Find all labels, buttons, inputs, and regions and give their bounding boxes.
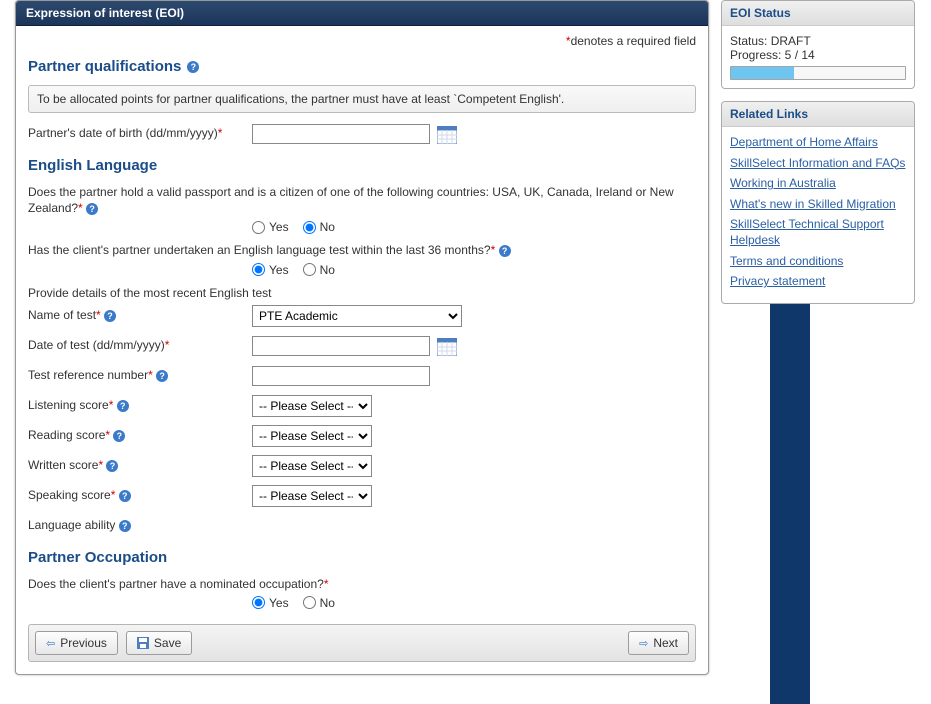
passport-no-radio[interactable]: No xyxy=(303,220,335,234)
link-privacy[interactable]: Privacy statement xyxy=(730,274,825,288)
label-test-ref: Test reference number* ? xyxy=(28,368,252,384)
next-button[interactable]: Next xyxy=(628,631,689,655)
progress-bar xyxy=(730,66,906,80)
previous-button[interactable]: Previous xyxy=(35,631,118,655)
save-icon xyxy=(137,637,149,649)
link-whats-new[interactable]: What's new in Skilled Migration xyxy=(730,197,896,211)
label-date-of-test: Date of test (dd/mm/yyyy)* xyxy=(28,338,252,354)
reading-score-select[interactable]: -- Please Select -- xyxy=(252,425,372,447)
related-links-panel: Related Links Department of Home Affairs… xyxy=(721,101,915,304)
question-passport: Does the partner hold a valid passport a… xyxy=(28,184,696,216)
date-of-test-input[interactable] xyxy=(252,336,430,356)
question-english-test: Has the client's partner undertaken an E… xyxy=(28,242,696,258)
section-english-language: English Language xyxy=(28,157,696,174)
help-icon[interactable]: ? xyxy=(156,370,168,382)
help-icon[interactable]: ? xyxy=(86,203,98,215)
written-score-select[interactable]: -- Please Select -- xyxy=(252,455,372,477)
help-icon[interactable]: ? xyxy=(499,245,511,257)
label-reading: Reading score* ? xyxy=(28,428,252,444)
calendar-icon[interactable] xyxy=(437,338,457,356)
save-button[interactable]: Save xyxy=(126,631,192,655)
link-working-australia[interactable]: Working in Australia xyxy=(730,176,836,190)
related-links-header: Related Links xyxy=(722,102,914,127)
nominated-no-radio[interactable]: No xyxy=(303,596,335,610)
label-name-of-test: Name of test* ? xyxy=(28,308,252,324)
calendar-icon[interactable] xyxy=(437,126,457,144)
label-language-ability: Language ability ? xyxy=(28,518,252,534)
progress-fill xyxy=(731,67,794,79)
label-partner-dob: Partner's date of birth (dd/mm/yyyy)* xyxy=(28,126,252,142)
label-speaking: Speaking score* ? xyxy=(28,488,252,504)
label-written: Written score* ? xyxy=(28,458,252,474)
help-icon[interactable]: ? xyxy=(187,61,199,73)
help-icon[interactable]: ? xyxy=(104,310,116,322)
eoi-main-panel: Expression of interest (EOI) *denotes a … xyxy=(15,0,709,675)
speaking-score-select[interactable]: -- Please Select -- xyxy=(252,485,372,507)
question-nominated-occupation: Does the client's partner have a nominat… xyxy=(28,576,696,592)
help-icon[interactable]: ? xyxy=(119,520,131,532)
label-listening: Listening score* ? xyxy=(28,398,252,414)
help-icon[interactable]: ? xyxy=(119,490,131,502)
passport-yes-radio[interactable]: Yes xyxy=(252,220,289,234)
help-icon[interactable]: ? xyxy=(106,460,118,472)
action-toolbar: Previous Save Next xyxy=(28,624,696,662)
help-icon[interactable]: ? xyxy=(117,400,129,412)
eoi-progress-label: Progress: 5 / 14 xyxy=(730,48,906,62)
eoi-status-header: EOI Status xyxy=(722,1,914,26)
required-note: *denotes a required field xyxy=(28,34,696,48)
recent-test-intro: Provide details of the most recent Engli… xyxy=(28,285,696,301)
help-icon[interactable]: ? xyxy=(113,430,125,442)
name-of-test-select[interactable]: PTE Academic xyxy=(252,305,462,327)
panel-title: Expression of interest (EOI) xyxy=(16,1,708,26)
link-home-affairs[interactable]: Department of Home Affairs xyxy=(730,135,878,149)
partner-dob-input[interactable] xyxy=(252,124,430,144)
englishtest-yes-radio[interactable]: Yes xyxy=(252,263,289,277)
link-technical-support[interactable]: SkillSelect Technical Support Helpdesk xyxy=(730,217,884,247)
arrow-left-icon xyxy=(46,636,55,650)
eoi-status-value: Status: DRAFT xyxy=(730,34,906,48)
nominated-yes-radio[interactable]: Yes xyxy=(252,596,289,610)
link-skillselect-info[interactable]: SkillSelect Information and FAQs xyxy=(730,156,905,170)
section-partner-occupation: Partner Occupation xyxy=(28,549,696,566)
arrow-right-icon xyxy=(639,636,648,650)
listening-score-select[interactable]: -- Please Select -- xyxy=(252,395,372,417)
test-ref-input[interactable] xyxy=(252,366,430,386)
hint-competent-english: To be allocated points for partner quali… xyxy=(28,85,696,113)
link-terms[interactable]: Terms and conditions xyxy=(730,254,843,268)
englishtest-no-radio[interactable]: No xyxy=(303,263,335,277)
eoi-status-panel: EOI Status Status: DRAFT Progress: 5 / 1… xyxy=(721,0,915,89)
sidebar: EOI Status Status: DRAFT Progress: 5 / 1… xyxy=(721,0,915,675)
section-partner-qualifications: Partner qualifications ? xyxy=(28,58,696,75)
